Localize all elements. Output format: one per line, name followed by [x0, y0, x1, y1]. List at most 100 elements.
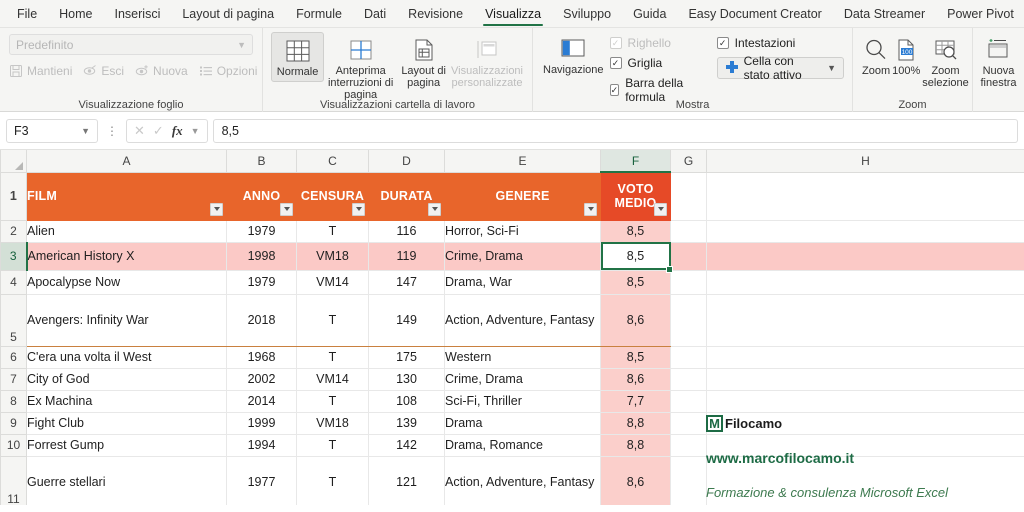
cell-g2[interactable] [670, 219, 707, 243]
cell-durata[interactable]: 119 [368, 241, 445, 271]
cell-censura[interactable]: T [296, 293, 369, 347]
cell-voto[interactable]: 8,6 [600, 367, 671, 391]
row-header-8[interactable]: 8 [0, 389, 27, 413]
filter-button-censura[interactable] [352, 202, 365, 216]
table-header-film[interactable]: FILM [26, 171, 227, 221]
cell-film[interactable]: Alien [26, 219, 227, 243]
exit-sheet-view-button[interactable]: Esci [83, 64, 124, 78]
cell-anno[interactable]: 2002 [226, 367, 297, 391]
ribbon-tab-guida[interactable]: Guida [622, 0, 677, 28]
fx-icon[interactable]: fx [172, 123, 183, 139]
cell-film[interactable]: City of God [26, 367, 227, 391]
cell-voto[interactable]: 8,8 [600, 411, 671, 435]
cell-genere[interactable]: Sci-Fi, Thriller [444, 389, 601, 413]
ribbon-tab-file[interactable]: File [6, 0, 48, 28]
zoom-button[interactable]: Zoom [861, 32, 891, 80]
row-header-1[interactable]: 1 [0, 171, 27, 221]
cell-anno[interactable]: 2014 [226, 389, 297, 413]
view-layout-di-pagina-button[interactable]: Layout di pagina [397, 32, 450, 92]
cell-h6[interactable] [706, 345, 1024, 369]
cell-voto[interactable]: 8,5 [600, 269, 671, 295]
cell-genere[interactable]: Action, Adventure, Fantasy [444, 455, 601, 505]
name-box[interactable]: F3 ▼ [6, 118, 98, 143]
ribbon-tab-layout-di-pagina[interactable]: Layout di pagina [171, 0, 285, 28]
checkbox-intestazioni[interactable]: ✓ Intestazioni [716, 36, 844, 50]
zoom-selection-button[interactable]: Zoom selezione [921, 32, 969, 92]
cell-censura[interactable]: VM14 [296, 269, 369, 295]
cell-film[interactable]: Apocalypse Now [26, 269, 227, 295]
checkbox-righello[interactable]: ✓ Righello [609, 36, 703, 50]
check-icon[interactable]: ✓ [153, 123, 164, 139]
cell-g6[interactable] [670, 345, 707, 369]
cell-censura[interactable]: T [296, 455, 369, 505]
cell-genere[interactable]: Drama [444, 411, 601, 435]
cell-active-f3[interactable]: 8,5 [600, 241, 674, 273]
filter-button-voto-medio[interactable] [654, 202, 667, 216]
filter-button-genere[interactable] [584, 202, 597, 216]
cell-film[interactable]: Ex Machina [26, 389, 227, 413]
keep-sheet-view-button[interactable]: Mantieni [9, 64, 72, 78]
cell-durata[interactable]: 142 [368, 433, 445, 457]
active-cell-button[interactable]: Cella con stato attivo ▼ [716, 54, 844, 82]
table-header-genere[interactable]: GENERE [444, 171, 601, 221]
cell-genere[interactable]: Western [444, 345, 601, 369]
filter-button-anno[interactable] [280, 202, 293, 216]
row-header-6[interactable]: 6 [0, 345, 27, 369]
cell-voto[interactable]: 8,6 [600, 455, 671, 505]
zoom-100-button[interactable]: 100 100% [891, 32, 921, 80]
cell-censura[interactable]: T [296, 219, 369, 243]
cell-durata[interactable]: 175 [368, 345, 445, 369]
column-header-g[interactable]: G [670, 150, 707, 173]
checkbox-griglia[interactable]: ✓ Griglia [609, 56, 703, 70]
ribbon-tab-data-streamer[interactable]: Data Streamer [833, 0, 936, 28]
cell-censura[interactable]: T [296, 345, 369, 369]
cell-h7[interactable] [706, 367, 1024, 391]
column-header-a[interactable]: A [26, 150, 227, 173]
cell-film[interactable]: American History X [26, 241, 227, 271]
cell-g11[interactable] [670, 455, 707, 505]
cell-anno[interactable]: 1999 [226, 411, 297, 435]
table-header-voto-medio[interactable]: VOTO MEDIO [600, 171, 671, 221]
chevron-down-icon[interactable]: ▼ [81, 126, 90, 136]
ribbon-tab-home[interactable]: Home [48, 0, 103, 28]
column-header-h[interactable]: H [706, 150, 1024, 173]
column-header-c[interactable]: C [296, 150, 369, 173]
cell-genere[interactable]: Horror, Sci-Fi [444, 219, 601, 243]
cell-anno[interactable]: 1979 [226, 219, 297, 243]
ribbon-tab-revisione[interactable]: Revisione [397, 0, 474, 28]
cell-g10[interactable] [670, 433, 707, 457]
cell-g1[interactable] [670, 171, 707, 221]
cell-durata[interactable]: 121 [368, 455, 445, 505]
cell-voto[interactable]: 8,6 [600, 293, 671, 347]
ribbon-tab-dati[interactable]: Dati [353, 0, 397, 28]
cell-h3[interactable] [706, 241, 1024, 271]
cell-voto[interactable]: 7,7 [600, 389, 671, 413]
cell-genere[interactable]: Crime, Drama [444, 367, 601, 391]
cell-h1[interactable] [706, 171, 1024, 221]
cell-g4[interactable] [670, 269, 707, 295]
cell-voto[interactable]: 8,5 [600, 345, 671, 369]
chevron-down-icon[interactable]: ▼ [191, 126, 200, 136]
row-header-10[interactable]: 10 [0, 433, 27, 457]
cell-h4[interactable] [706, 269, 1024, 295]
column-header-d[interactable]: D [368, 150, 445, 173]
cell-censura[interactable]: T [296, 433, 369, 457]
cell-durata[interactable]: 116 [368, 219, 445, 243]
cell-durata[interactable]: 147 [368, 269, 445, 295]
cell-film[interactable]: Guerre stellari [26, 455, 227, 505]
view-anteprima-interruzioni-button[interactable]: Anteprima interruzioni di pagina [324, 32, 397, 104]
column-header-e[interactable]: E [444, 150, 601, 173]
cell-genere[interactable]: Drama, Romance [444, 433, 601, 457]
cell-censura[interactable]: VM14 [296, 367, 369, 391]
formula-input[interactable]: 8,5 [212, 118, 1018, 143]
cell-film[interactable]: Forrest Gump [26, 433, 227, 457]
cell-voto[interactable]: 8,8 [600, 433, 671, 457]
close-icon[interactable]: ✕ [134, 123, 145, 139]
cell-durata[interactable]: 139 [368, 411, 445, 435]
cell-voto[interactable]: 8,5 [600, 219, 671, 243]
table-header-anno[interactable]: ANNO [226, 171, 297, 221]
row-header-3[interactable]: 3 [0, 241, 28, 271]
cell-anno[interactable]: 1977 [226, 455, 297, 505]
view-personalizzate-button[interactable]: Visualizzazioni personalizzate [450, 32, 524, 92]
sheet-view-combo[interactable]: Predefinito ▼ [9, 34, 253, 55]
